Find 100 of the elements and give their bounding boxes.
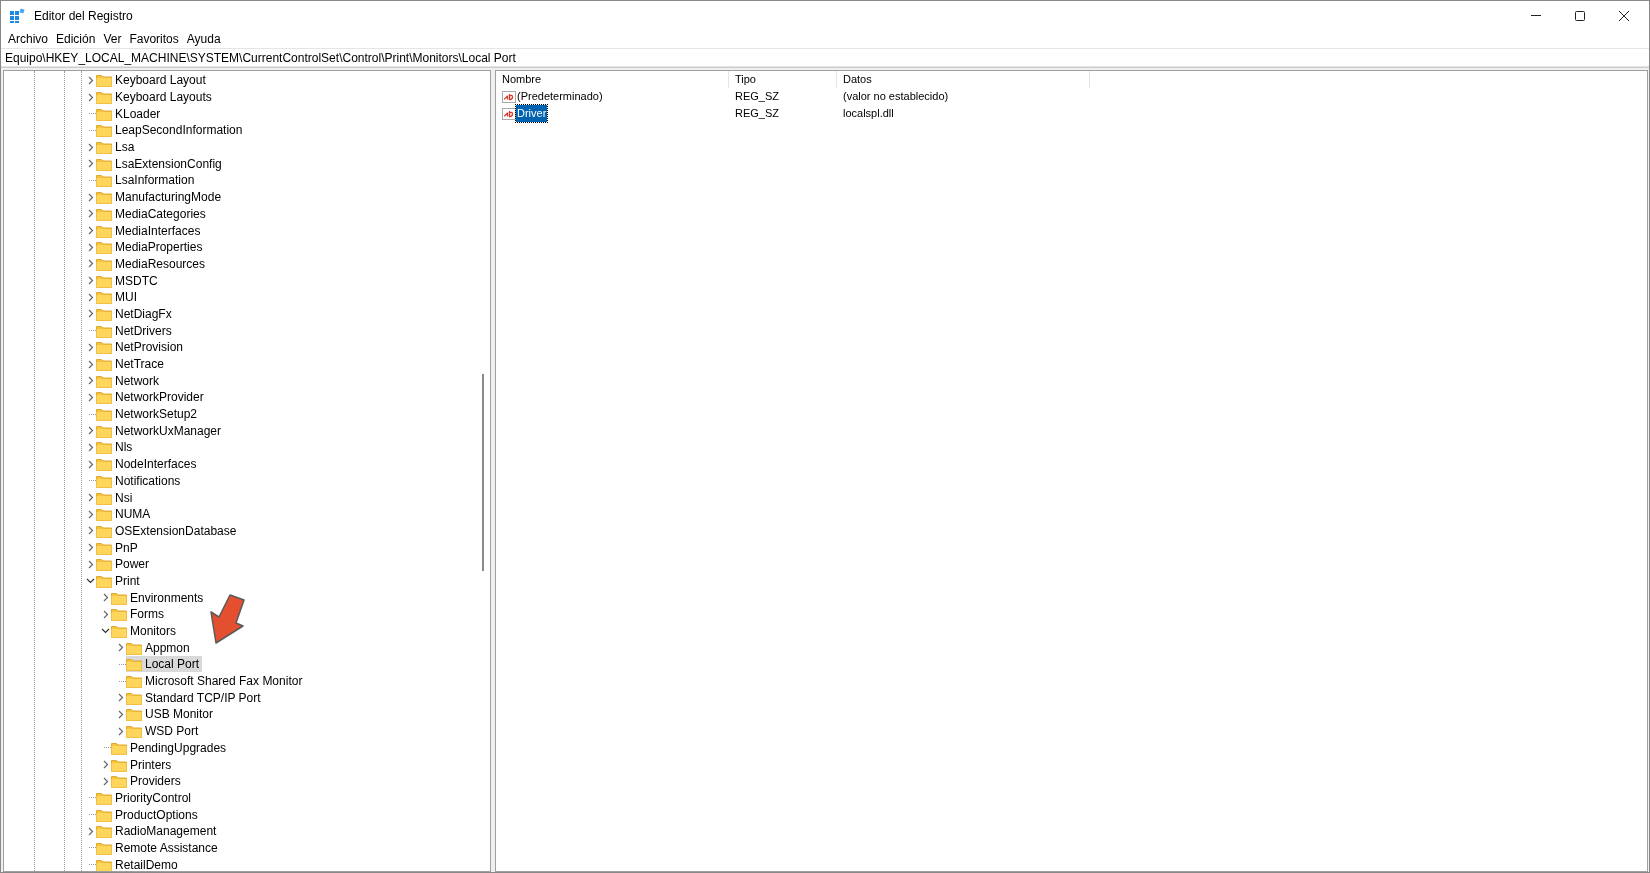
tree-item[interactable]: NUMA: [96, 506, 154, 523]
expand-chevron-icon[interactable]: [87, 526, 94, 536]
registry-app-icon: [9, 7, 25, 24]
column-header[interactable]: Datos: [837, 71, 1090, 88]
tree-item[interactable]: WSD Port: [126, 723, 202, 740]
expand-chevron-icon[interactable]: [117, 709, 124, 719]
expand-chevron-icon[interactable]: [87, 92, 94, 102]
menu-item[interactable]: Edición: [52, 30, 100, 48]
expand-chevron-icon[interactable]: [87, 359, 94, 369]
expand-chevron-icon[interactable]: [87, 242, 94, 252]
window-title: Editor del Registro: [34, 7, 133, 25]
tree-item[interactable]: LsaExtensionConfig: [96, 155, 225, 172]
tree-item[interactable]: Nsi: [96, 489, 136, 506]
tree-item[interactable]: Remote Assistance: [96, 839, 221, 856]
tree-item[interactable]: Forms: [111, 606, 167, 623]
scrollbar-thumb[interactable]: [482, 374, 484, 571]
tree-item[interactable]: Monitors: [111, 623, 179, 640]
expand-chevron-icon[interactable]: [87, 309, 94, 319]
tree-item[interactable]: RadioManagement: [96, 823, 220, 840]
tree-item[interactable]: Lsa: [96, 139, 138, 156]
folder-icon: [96, 240, 112, 255]
value-name[interactable]: Driver: [516, 105, 548, 122]
expand-chevron-icon[interactable]: [102, 593, 109, 603]
tree-item[interactable]: RetailDemo: [96, 856, 181, 871]
tree-item[interactable]: PendingUpgrades: [111, 739, 230, 756]
tree-item[interactable]: ManufacturingMode: [96, 189, 225, 206]
tree-item[interactable]: Appmon: [126, 639, 193, 656]
tree-item[interactable]: Standard TCP/IP Port: [126, 689, 264, 706]
tree-item[interactable]: USB Monitor: [126, 706, 217, 723]
expand-chevron-icon[interactable]: [87, 192, 94, 202]
expand-chevron-icon[interactable]: [87, 426, 94, 436]
collapse-chevron-icon[interactable]: [101, 628, 110, 635]
collapse-chevron-icon[interactable]: [86, 577, 95, 584]
menu-item[interactable]: Ver: [99, 30, 126, 48]
tree-item[interactable]: NetTrace: [96, 356, 167, 373]
expand-chevron-icon[interactable]: [87, 559, 94, 569]
folder-icon: [96, 290, 112, 305]
tree-item[interactable]: NetworkUxManager: [96, 422, 225, 439]
menu-item[interactable]: Favoritos: [125, 30, 183, 48]
tree-item[interactable]: MediaProperties: [96, 239, 206, 256]
expand-chevron-icon[interactable]: [87, 543, 94, 553]
tree-item[interactable]: PnP: [96, 539, 141, 556]
expand-chevron-icon[interactable]: [87, 142, 94, 152]
tree-item[interactable]: MediaResources: [96, 255, 209, 272]
tree-item[interactable]: Microsoft Shared Fax Monitor: [126, 673, 306, 690]
folder-icon: [96, 156, 112, 171]
tree-item[interactable]: Providers: [111, 773, 184, 790]
tree-item[interactable]: NetDiagFx: [96, 305, 175, 322]
expand-chevron-icon[interactable]: [87, 342, 94, 352]
expand-chevron-icon[interactable]: [87, 459, 94, 469]
expand-chevron-icon[interactable]: [87, 259, 94, 269]
tree-item[interactable]: Power: [96, 556, 152, 573]
expand-chevron-icon[interactable]: [102, 776, 109, 786]
tree-item[interactable]: Environments: [111, 589, 207, 606]
expand-chevron-icon[interactable]: [102, 760, 109, 770]
expand-chevron-icon[interactable]: [87, 392, 94, 402]
expand-chevron-icon[interactable]: [87, 75, 94, 85]
expand-chevron-icon[interactable]: [87, 226, 94, 236]
expand-chevron-icon[interactable]: [117, 643, 124, 653]
tree-item[interactable]: LsaInformation: [96, 172, 198, 189]
tree-item[interactable]: Keyboard Layouts: [96, 89, 215, 106]
tree-item[interactable]: NetworkProvider: [96, 389, 207, 406]
tree-item[interactable]: Keyboard Layout: [96, 72, 209, 89]
expand-chevron-icon[interactable]: [87, 209, 94, 219]
expand-chevron-icon[interactable]: [87, 159, 94, 169]
tree-item[interactable]: KLoader: [96, 105, 164, 122]
column-header[interactable]: Nombre: [496, 71, 729, 88]
tree-item[interactable]: MSDTC: [96, 272, 161, 289]
address-field[interactable]: Equipo\HKEY_LOCAL_MACHINE\SYSTEM\CurrentControlSet\Control\Print\Monitors\Local Port: [1, 48, 1649, 67]
expand-chevron-icon[interactable]: [87, 826, 94, 836]
column-header[interactable]: Tipo: [729, 71, 837, 88]
tree-item[interactable]: Network: [96, 372, 162, 389]
expand-chevron-icon[interactable]: [117, 726, 124, 736]
menu-item[interactable]: Ayuda: [182, 30, 225, 48]
expand-chevron-icon[interactable]: [87, 442, 94, 452]
tree-item[interactable]: NetProvision: [96, 339, 187, 356]
tree-item[interactable]: PriorityControl: [96, 789, 195, 806]
expand-chevron-icon[interactable]: [87, 292, 94, 302]
tree-item[interactable]: Print: [96, 572, 143, 589]
tree-item[interactable]: OSExtensionDatabase: [96, 522, 240, 539]
expand-chevron-icon[interactable]: [87, 276, 94, 286]
tree-item[interactable]: MediaCategories: [96, 205, 209, 222]
expand-chevron-icon[interactable]: [102, 609, 109, 619]
tree-item[interactable]: Local Port: [126, 656, 203, 673]
tree-item[interactable]: NodeInterfaces: [96, 456, 200, 473]
menu-item[interactable]: Archivo: [4, 30, 52, 48]
expand-chevron-icon[interactable]: [87, 376, 94, 386]
tree-item[interactable]: MediaInterfaces: [96, 222, 204, 239]
expand-chevron-icon[interactable]: [87, 493, 94, 503]
expand-chevron-icon[interactable]: [87, 509, 94, 519]
tree-item[interactable]: NetworkSetup2: [96, 406, 201, 423]
tree-item[interactable]: MUI: [96, 289, 140, 306]
value-name[interactable]: (Predeterminado): [516, 88, 604, 105]
tree-item[interactable]: Printers: [111, 756, 175, 773]
tree-item[interactable]: Nls: [96, 439, 136, 456]
tree-item[interactable]: Notifications: [96, 472, 184, 489]
tree-item[interactable]: NetDrivers: [96, 322, 175, 339]
tree-item[interactable]: ProductOptions: [96, 806, 201, 823]
expand-chevron-icon[interactable]: [117, 693, 124, 703]
tree-item[interactable]: LeapSecondInformation: [96, 122, 246, 139]
